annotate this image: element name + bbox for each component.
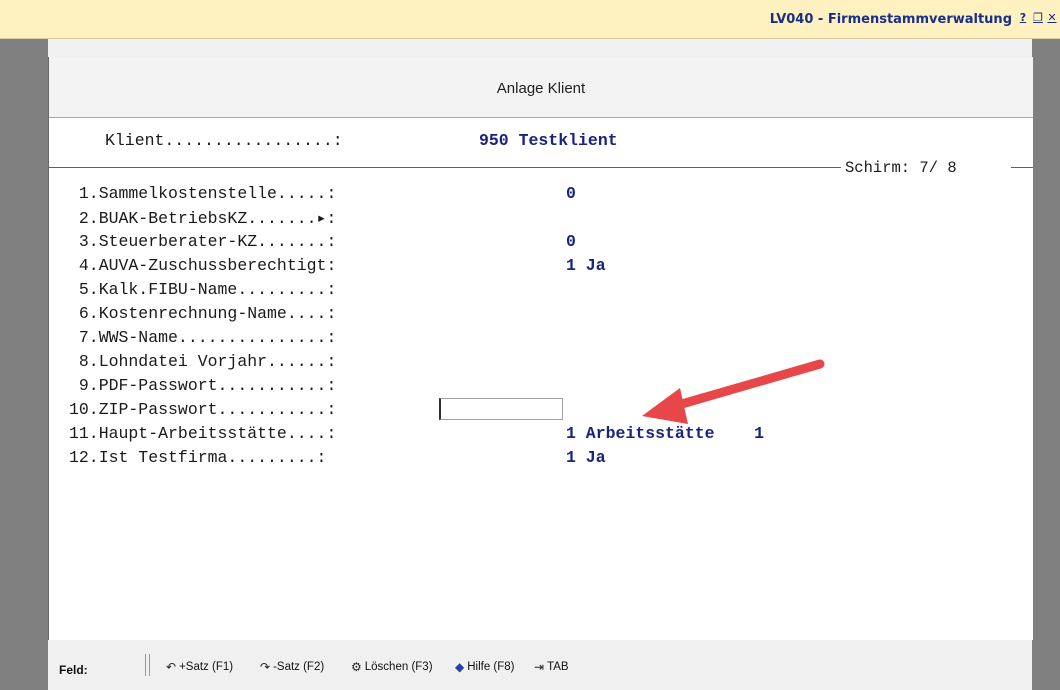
red-arrow-annotation: [642, 359, 825, 424]
client-label: Klient.................:: [105, 131, 343, 150]
separator-left: [49, 167, 841, 168]
field-value-1[interactable]: 0: [566, 184, 576, 203]
footer-toolbar: Feld: ↶ +Satz (F1) ↷ -Satz (F2) ⚙ Lösche…: [48, 640, 1032, 690]
field-value-12[interactable]: 1 Ja: [566, 448, 606, 467]
field-label-5: 5.Kalk.FIBU-Name.........:: [69, 280, 337, 299]
field-value-3[interactable]: 0: [566, 232, 576, 251]
help-f8-button[interactable]: ◆ Hilfe (F8): [455, 660, 515, 674]
field-label-3: 3.Steuerberater-KZ.......:: [69, 232, 337, 251]
window-titlebar: LV040 - Firmenstammverwaltung ? ❐ ✕: [0, 0, 1060, 39]
field-label-9: 9.PDF-Passwort...........:: [69, 376, 337, 395]
client-value: 950 Testklient: [479, 131, 618, 150]
tab-button[interactable]: ⇥ TAB: [534, 660, 569, 674]
delete-button[interactable]: ⚙ Löschen (F3): [351, 660, 433, 674]
tab-label: TAB: [547, 661, 569, 673]
field-label-10: 10.ZIP-Passwort...........:: [69, 400, 337, 419]
field-label-11: 11.Haupt-Arbeitsstätte....:: [69, 424, 337, 443]
tab-arrow-icon: ⇥: [534, 660, 545, 674]
undo-arrow-icon: ↶: [166, 660, 177, 674]
restore-button[interactable]: ❐: [1031, 10, 1045, 25]
field-label-7: 7.WWS-Name...............:: [69, 328, 337, 347]
delete-label: Löschen (F3): [364, 661, 433, 673]
field-label-12: 12.Ist Testfirma.........:: [69, 448, 327, 467]
form-title: Anlage Klient: [496, 80, 586, 97]
redo-arrow-icon: ↷: [260, 660, 271, 674]
form-header: Anlage Klient: [49, 57, 1033, 118]
next-record-button[interactable]: ↶ +Satz (F1): [166, 660, 233, 674]
next-record-label: +Satz (F1): [179, 661, 234, 673]
field-label-6: 6.Kostenrechnung-Name....:: [69, 304, 337, 323]
field-label-1: 1.Sammelkostenstelle.....:: [69, 184, 337, 203]
help-button[interactable]: ?: [1016, 10, 1030, 25]
delete-icon: ⚙: [351, 660, 362, 674]
pdf-password-input[interactable]: [439, 398, 563, 420]
field-label-8: 8.Lohndatei Vorjahr......:: [69, 352, 337, 371]
screen-indicator: Schirm: 7/ 8: [845, 159, 957, 177]
field-value-4[interactable]: 1 Ja: [566, 256, 606, 275]
field-label-2: 2.BUAK-BetriebsKZ.......▸:: [69, 209, 337, 228]
separator-right: [1011, 167, 1033, 168]
help-book-icon: ◆: [455, 660, 465, 674]
footer-divider-2: [149, 654, 150, 676]
prev-record-button[interactable]: ↷ -Satz (F2): [260, 660, 324, 674]
prev-record-label: -Satz (F2): [273, 661, 325, 673]
field-label-4: 4.AUVA-Zuschussberechtigt:: [69, 256, 337, 275]
form-panel: Anlage Klient Klient.................: 9…: [48, 57, 1033, 640]
footer-divider-1: [145, 654, 146, 676]
field-status-label: Feld:: [59, 663, 88, 677]
help-f8-label: Hilfe (F8): [467, 661, 515, 673]
window-title: LV040 - Firmenstammverwaltung: [769, 12, 1012, 27]
close-button[interactable]: ✕: [1045, 10, 1059, 25]
right-frame: [1032, 39, 1060, 690]
left-frame: [0, 39, 48, 690]
